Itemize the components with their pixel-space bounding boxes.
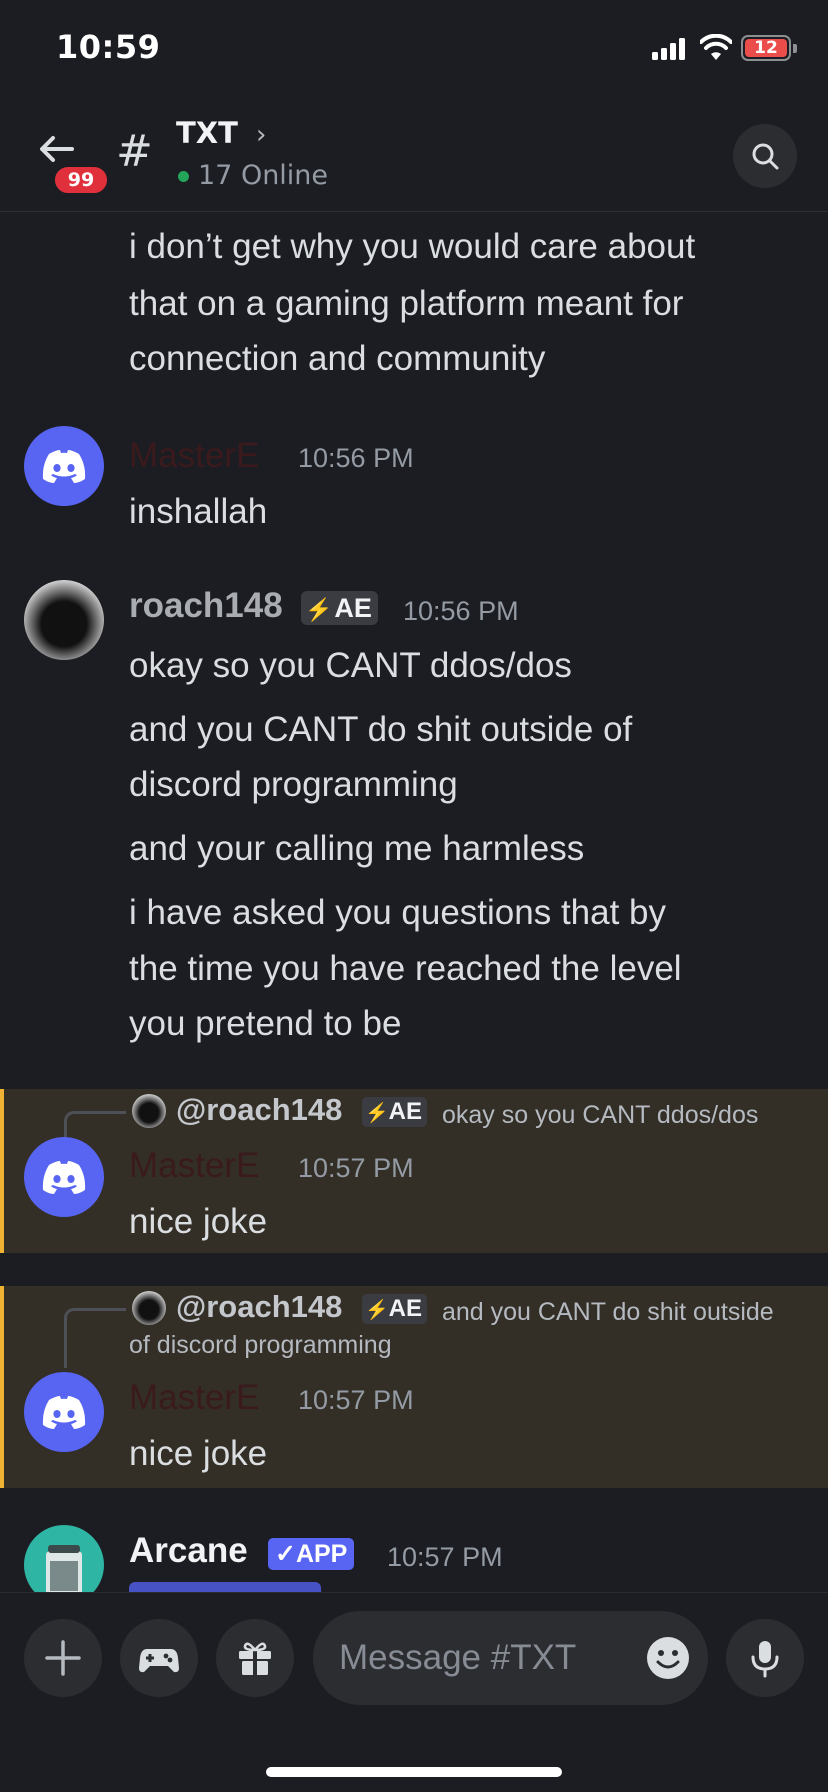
- discord-logo-icon: [42, 1161, 86, 1194]
- reply-preview-text[interactable]: and you CANT do shit outside: [442, 1295, 774, 1329]
- reply-role-tag: ⚡AE: [362, 1294, 428, 1324]
- message-line: i don’t get why you would care about: [129, 227, 696, 266]
- channel-header: 99 # TXT › 17 Online: [0, 100, 828, 212]
- message-timestamp: 10:57 PM: [298, 1385, 414, 1415]
- voice-message-button[interactable]: [726, 1619, 804, 1697]
- hash-icon: #: [116, 126, 153, 177]
- bolt-icon: ⚡: [365, 1103, 389, 1124]
- embed-preview[interactable]: [129, 1582, 321, 1592]
- status-time: 10:59: [56, 28, 161, 66]
- message-line: discord programming: [129, 765, 458, 804]
- search-button[interactable]: [733, 124, 797, 188]
- chevron-right-icon[interactable]: ›: [256, 120, 266, 150]
- message-line: i have asked you questions that by: [129, 893, 667, 932]
- status-bar: 10:59 12: [0, 0, 828, 100]
- activities-button[interactable]: [120, 1619, 198, 1697]
- online-status-dot: [178, 171, 189, 182]
- battery-nub: [793, 44, 797, 53]
- gift-button[interactable]: [216, 1619, 294, 1697]
- message-line: and you CANT do shit outside of: [129, 710, 633, 749]
- message-line: okay so you CANT ddos/dos: [129, 646, 572, 685]
- message-line: you pretend to be: [129, 1004, 402, 1043]
- microphone-icon: [751, 1641, 779, 1678]
- battery-level: 12: [745, 39, 787, 57]
- avatar[interactable]: [24, 1137, 104, 1217]
- avatar[interactable]: [24, 426, 104, 506]
- message-input[interactable]: [339, 1633, 629, 1683]
- reply-preview-text[interactable]: okay so you CANT ddos/dos: [442, 1098, 758, 1132]
- online-count: 17 Online: [198, 160, 329, 191]
- message-composer: [0, 1592, 828, 1792]
- search-icon: [752, 143, 779, 170]
- emoji-icon[interactable]: [645, 1635, 691, 1681]
- message-timestamp: 10:56 PM: [403, 596, 519, 626]
- message-username[interactable]: roach148: [129, 586, 283, 626]
- message-line: that on a gaming platform meant for: [129, 284, 684, 323]
- plus-icon: [45, 1640, 81, 1676]
- reply-preview-text[interactable]: of discord programming: [129, 1328, 392, 1362]
- home-indicator: [266, 1767, 562, 1777]
- message-input-container[interactable]: [313, 1611, 708, 1705]
- message-timestamp: 10:57 PM: [387, 1542, 503, 1572]
- reply-message[interactable]: @roach148 ⚡AE and you CANT do shit outsi…: [0, 1286, 828, 1488]
- message-username[interactable]: MasterE: [129, 1146, 259, 1186]
- reply-role-tag-label: AE: [388, 1098, 423, 1125]
- back-arrow-icon[interactable]: [38, 134, 76, 164]
- message-username[interactable]: Arcane: [129, 1531, 248, 1571]
- message-timestamp: 10:57 PM: [298, 1153, 414, 1183]
- gamepad-icon: [139, 1649, 179, 1673]
- message-text: nice joke: [129, 1202, 268, 1241]
- bolt-icon: ⚡: [365, 1300, 389, 1321]
- cellular-signal-icon: [652, 38, 688, 60]
- battery-icon: 12: [741, 35, 791, 61]
- reply-username[interactable]: @roach148: [176, 1092, 342, 1128]
- reply-message[interactable]: @roach148 ⚡AE okay so you CANT ddos/dos …: [0, 1089, 828, 1253]
- gift-icon: [239, 1642, 271, 1675]
- reply-username[interactable]: @roach148: [176, 1289, 342, 1325]
- avatar[interactable]: [24, 580, 104, 660]
- channel-name[interactable]: TXT: [176, 116, 238, 150]
- avatar[interactable]: [24, 1372, 104, 1452]
- reply-avatar: [132, 1291, 166, 1325]
- message-text: nice joke: [129, 1434, 268, 1473]
- bolt-icon: ⚡: [305, 597, 333, 622]
- reply-role-tag: ⚡AE: [362, 1097, 428, 1127]
- role-tag: ⚡AE: [301, 591, 378, 625]
- unread-count-badge: 99: [52, 164, 110, 196]
- message-username[interactable]: MasterE: [129, 1378, 259, 1418]
- wifi-icon: [700, 34, 732, 60]
- discord-logo-icon: [42, 1396, 86, 1429]
- reply-avatar: [132, 1094, 166, 1128]
- role-tag-label: AE: [334, 593, 372, 623]
- message-line: connection and community: [129, 339, 546, 378]
- reply-role-tag-label: AE: [388, 1295, 423, 1322]
- message-line: and your calling me harmless: [129, 829, 585, 868]
- message-text: inshallah: [129, 492, 268, 531]
- app-badge: ✓APP: [268, 1538, 355, 1570]
- reply-connector: [64, 1308, 126, 1368]
- message-line: the time you have reached the level: [129, 949, 682, 988]
- message-timestamp: 10:56 PM: [298, 443, 414, 473]
- message-username[interactable]: MasterE: [129, 436, 259, 476]
- add-attachment-button[interactable]: [24, 1619, 102, 1697]
- discord-logo-icon: [42, 450, 86, 483]
